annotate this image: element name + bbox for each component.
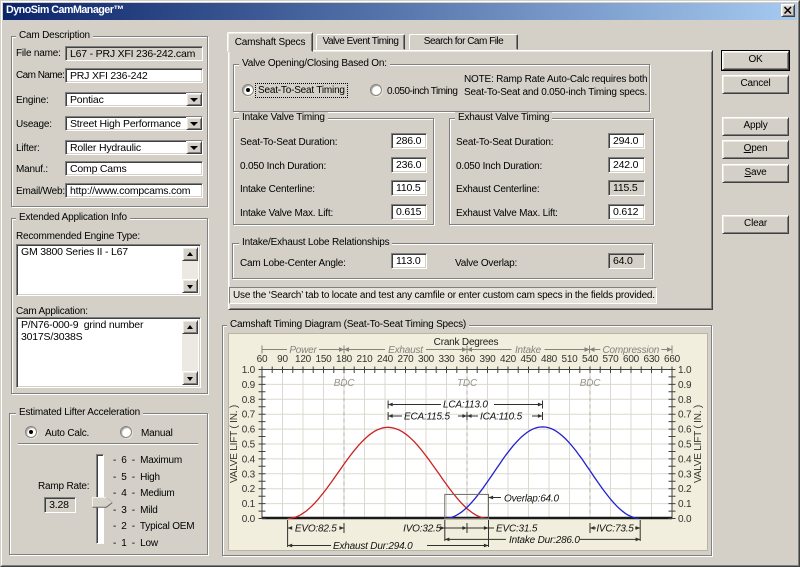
svg-text:Power: Power — [289, 345, 317, 356]
svg-text:LCA:113.0: LCA:113.0 — [443, 400, 488, 411]
svg-text:0.0: 0.0 — [242, 514, 256, 525]
svg-text:Overlap:64.0: Overlap:64.0 — [504, 494, 559, 505]
svg-text:0.1: 0.1 — [678, 499, 692, 510]
svg-text:ICA:110.5: ICA:110.5 — [480, 411, 523, 422]
svg-text:510: 510 — [561, 354, 578, 365]
svg-text:180: 180 — [336, 354, 353, 365]
svg-text:0.7: 0.7 — [242, 410, 256, 421]
svg-text:0.2: 0.2 — [242, 484, 256, 495]
svg-text:IVO:32.5: IVO:32.5 — [403, 524, 442, 535]
svg-text:0.6: 0.6 — [242, 425, 256, 436]
svg-text:360: 360 — [459, 354, 476, 365]
svg-text:0.4: 0.4 — [678, 454, 692, 465]
svg-text:0.9: 0.9 — [678, 380, 692, 391]
svg-text:0.8: 0.8 — [242, 395, 256, 406]
svg-text:TDC: TDC — [457, 378, 478, 389]
svg-text:90: 90 — [277, 354, 288, 365]
svg-text:390: 390 — [479, 354, 496, 365]
svg-text:Crank Degrees: Crank Degrees — [434, 337, 499, 348]
svg-text:Intake Dur:286.0: Intake Dur:286.0 — [509, 535, 580, 546]
svg-text:BDC: BDC — [580, 378, 601, 389]
svg-text:1.0: 1.0 — [242, 365, 256, 376]
svg-text:Exhaust Dur:294.0: Exhaust Dur:294.0 — [333, 541, 413, 551]
svg-text:330: 330 — [438, 354, 455, 365]
svg-text:Compression: Compression — [602, 345, 659, 356]
svg-text:BDC: BDC — [334, 378, 355, 389]
svg-text:0.8: 0.8 — [678, 395, 692, 406]
svg-text:0.0: 0.0 — [678, 514, 692, 525]
svg-text:0.1: 0.1 — [242, 499, 256, 510]
svg-text:1.0: 1.0 — [678, 365, 692, 376]
svg-text:Intake: Intake — [515, 345, 542, 356]
svg-text:VALVE LIFT ( IN. ): VALVE LIFT ( IN. ) — [229, 405, 240, 483]
svg-text:Exhaust: Exhaust — [388, 345, 424, 356]
svg-text:0.9: 0.9 — [242, 380, 256, 391]
svg-text:IVC:73.5: IVC:73.5 — [596, 524, 634, 535]
svg-text:0.3: 0.3 — [678, 469, 692, 480]
svg-text:0.5: 0.5 — [678, 440, 692, 451]
svg-text:150: 150 — [315, 354, 332, 365]
svg-text:EVO:82.5: EVO:82.5 — [295, 524, 337, 535]
svg-text:540: 540 — [582, 354, 599, 365]
svg-text:0.5: 0.5 — [242, 440, 256, 451]
svg-text:0.2: 0.2 — [678, 484, 692, 495]
svg-text:ECA:115.5: ECA:115.5 — [404, 411, 450, 422]
svg-text:0.3: 0.3 — [242, 469, 256, 480]
svg-text:EVC:31.5: EVC:31.5 — [496, 524, 538, 535]
svg-text:60: 60 — [257, 354, 268, 365]
svg-text:0.4: 0.4 — [242, 454, 256, 465]
svg-text:480: 480 — [541, 354, 558, 365]
svg-text:0.6: 0.6 — [678, 425, 692, 436]
svg-text:210: 210 — [356, 354, 373, 365]
svg-text:660: 660 — [664, 354, 681, 365]
svg-text:0.7: 0.7 — [678, 410, 692, 421]
svg-text:VALVE LIFT ( IN. ): VALVE LIFT ( IN. ) — [693, 405, 704, 483]
